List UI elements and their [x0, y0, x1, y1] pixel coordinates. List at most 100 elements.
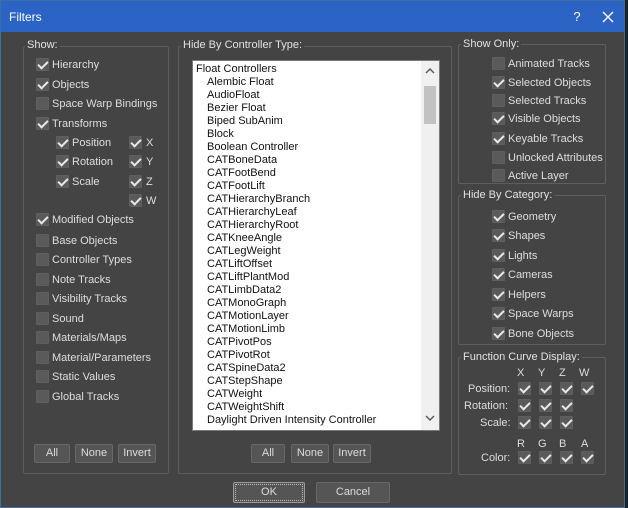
list-item[interactable]: CATFootBend — [207, 167, 276, 179]
space-warps-checkbox[interactable] — [492, 307, 505, 320]
cancel-button[interactable]: Cancel — [316, 482, 390, 503]
shapes-checkbox[interactable] — [492, 229, 505, 242]
global-tracks-checkbox[interactable] — [36, 390, 49, 403]
color-g-checkbox[interactable] — [539, 451, 552, 464]
list-item[interactable]: CATWeight — [207, 388, 262, 400]
position-checkbox[interactable] — [56, 136, 69, 149]
ok-button[interactable]: OK — [233, 482, 305, 503]
scale-x-checkbox[interactable] — [518, 416, 531, 429]
controller-invert-button[interactable]: Invert — [333, 444, 371, 463]
position-z-checkbox[interactable] — [560, 382, 573, 395]
sound-checkbox[interactable] — [36, 312, 49, 325]
modified-objects-checkbox[interactable] — [36, 213, 49, 226]
list-item[interactable]: CATPivotRot — [207, 349, 270, 361]
list-group-header[interactable]: Float Controllers — [196, 63, 277, 75]
list-item[interactable]: CATHierarchyLeaf — [207, 206, 297, 218]
show-none-button[interactable]: None — [75, 444, 113, 463]
scroll-up-arrow-icon[interactable] — [425, 67, 435, 75]
scale-y-checkbox[interactable] — [539, 416, 552, 429]
vertical-scrollbar[interactable] — [421, 61, 439, 430]
note-tracks-checkbox[interactable] — [36, 273, 49, 286]
scroll-down-arrow-icon[interactable] — [425, 414, 435, 422]
list-item[interactable]: CATPivotPos — [207, 336, 272, 348]
color-a-checkbox[interactable] — [581, 451, 594, 464]
keyable-tracks-checkbox[interactable] — [492, 132, 505, 145]
materials-maps-label: Materials/Maps — [52, 332, 127, 344]
position-x-checkbox[interactable] — [518, 382, 531, 395]
z-checkbox[interactable] — [129, 175, 142, 188]
list-item[interactable]: CATMotionLimb — [207, 323, 285, 335]
rotation-y-checkbox[interactable] — [539, 399, 552, 412]
visible-objects-checkbox[interactable] — [492, 112, 505, 125]
list-item[interactable]: CATFootLift — [207, 180, 265, 192]
unlocked-attributes-checkbox[interactable] — [492, 151, 505, 164]
list-item[interactable]: CATLiftOffset — [207, 258, 272, 270]
material-parameters-checkbox[interactable] — [36, 351, 49, 364]
show-invert-button[interactable]: Invert — [118, 444, 156, 463]
rotation-checkbox[interactable] — [56, 155, 69, 168]
list-item[interactable]: Daylight Driven Intensity Controller — [207, 414, 376, 426]
list-item[interactable]: CATHierarchyBranch — [207, 193, 310, 205]
w-checkbox[interactable] — [129, 194, 142, 207]
close-button[interactable] — [597, 7, 619, 27]
help-button[interactable]: ? — [567, 7, 587, 27]
show-all-button[interactable]: All — [34, 444, 70, 463]
list-item[interactable]: Bezier Float — [207, 102, 266, 114]
list-item[interactable]: CATLiftPlantMod — [207, 271, 289, 283]
scale-z-checkbox[interactable] — [560, 416, 573, 429]
keyable-tracks-label: Keyable Tracks — [508, 133, 584, 145]
hide-by-category-title: Hide By Category: — [461, 189, 555, 201]
bone-objects-checkbox[interactable] — [492, 327, 505, 340]
position-y-checkbox[interactable] — [539, 382, 552, 395]
list-item[interactable]: CATLimbData2 — [207, 284, 281, 296]
cameras-checkbox[interactable] — [492, 268, 505, 281]
list-item[interactable]: CATWeightShift — [207, 401, 284, 413]
x-checkbox[interactable] — [129, 136, 142, 149]
animated-tracks-checkbox[interactable] — [492, 57, 505, 70]
scale-checkbox[interactable] — [56, 175, 69, 188]
geometry-checkbox[interactable] — [492, 210, 505, 223]
list-item[interactable]: CATHierarchyRoot — [207, 219, 299, 231]
list-item[interactable]: CATStepShape — [207, 375, 283, 387]
close-icon — [602, 11, 614, 23]
list-item[interactable]: Biped SubAnim — [207, 115, 283, 127]
position-w-checkbox[interactable] — [581, 382, 594, 395]
static-values-checkbox[interactable] — [36, 370, 49, 383]
selected-objects-checkbox[interactable] — [492, 76, 505, 89]
materials-maps-checkbox[interactable] — [36, 331, 49, 344]
unlocked-attributes-label: Unlocked Attributes — [508, 152, 603, 164]
hierarchy-checkbox[interactable] — [36, 58, 49, 71]
list-item[interactable]: Boolean Controller — [207, 141, 298, 153]
list-item[interactable]: CATLegWeight — [207, 245, 281, 257]
title-bar[interactable]: Filters ? — [1, 1, 624, 32]
controller-types-checkbox[interactable] — [36, 253, 49, 266]
list-item[interactable]: CATMonoGraph — [207, 297, 286, 309]
list-item[interactable]: CATMotionLayer — [207, 310, 289, 322]
list-item[interactable]: AudioFloat — [207, 89, 260, 101]
controller-all-button[interactable]: All — [251, 444, 285, 463]
base-objects-checkbox[interactable] — [36, 234, 49, 247]
space-warp-bindings-label: Space Warp Bindings — [52, 98, 158, 110]
y-label: Y — [146, 156, 154, 168]
scroll-thumb[interactable] — [424, 86, 436, 124]
list-item[interactable]: CATSpineData2 — [207, 362, 286, 374]
visibility-tracks-checkbox[interactable] — [36, 292, 49, 305]
lights-checkbox[interactable] — [492, 249, 505, 262]
rotation-x-checkbox[interactable] — [518, 399, 531, 412]
selected-tracks-checkbox[interactable] — [492, 94, 505, 107]
color-r-checkbox[interactable] — [518, 451, 531, 464]
list-item[interactable]: Alembic Float — [207, 76, 274, 88]
list-item[interactable]: CATBoneData — [207, 154, 277, 166]
rotation-z-checkbox[interactable] — [560, 399, 573, 412]
y-checkbox[interactable] — [129, 155, 142, 168]
objects-checkbox[interactable] — [36, 78, 49, 91]
color-b-checkbox[interactable] — [560, 451, 573, 464]
list-item[interactable]: CATKneeAngle — [207, 232, 282, 244]
transforms-checkbox[interactable] — [36, 117, 49, 130]
active-layer-checkbox[interactable] — [492, 169, 505, 182]
controller-type-list[interactable]: Float Controllers Alembic Float AudioFloat… — [192, 60, 440, 431]
helpers-checkbox[interactable] — [492, 288, 505, 301]
space-warp-bindings-checkbox[interactable] — [36, 97, 49, 110]
controller-none-button[interactable]: None — [291, 444, 329, 463]
list-item[interactable]: Block — [207, 128, 234, 140]
